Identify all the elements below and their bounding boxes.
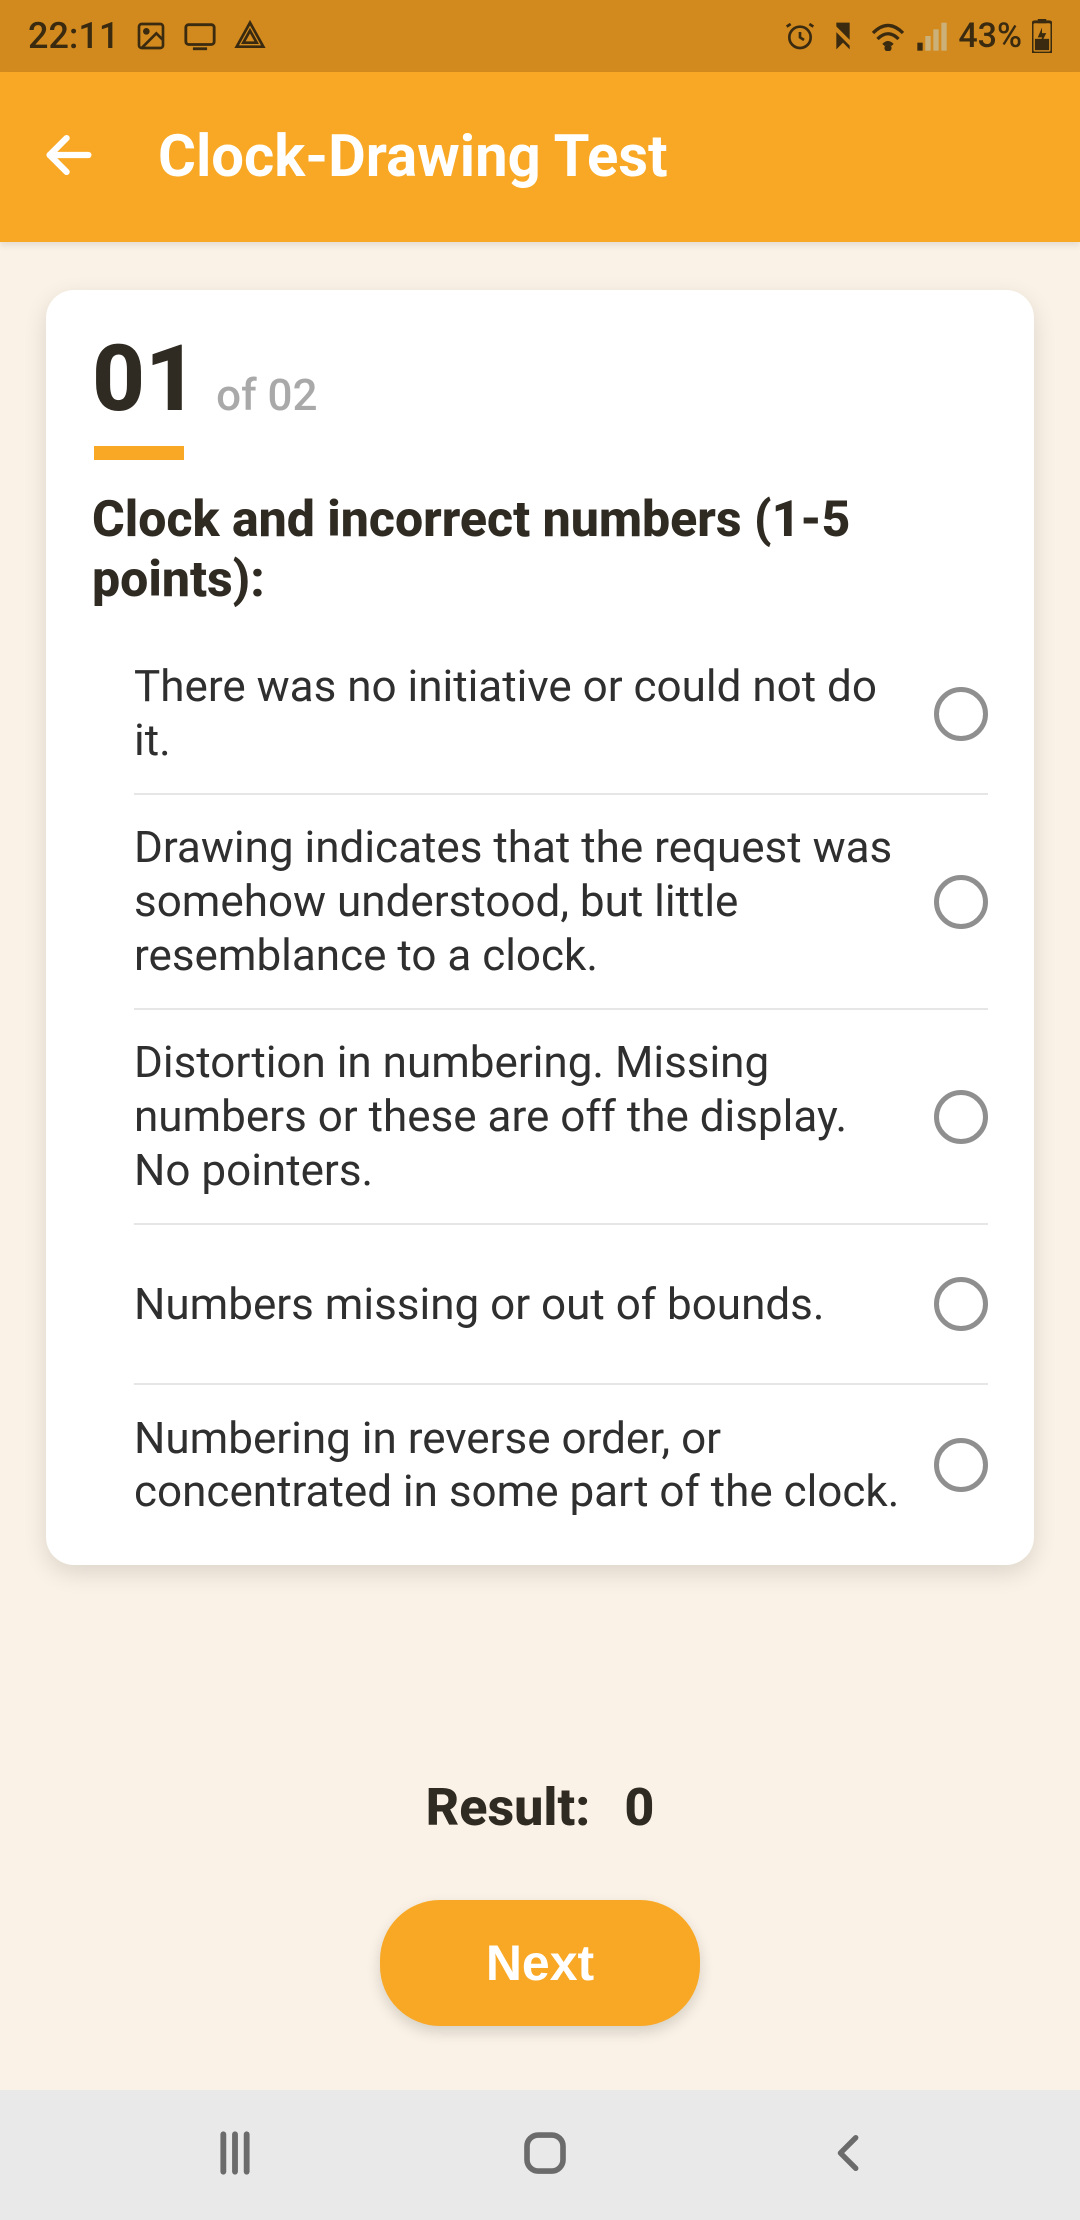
nav-recents-icon[interactable] xyxy=(207,2125,263,2185)
option-row[interactable]: Distortion in numbering. Missing numbers… xyxy=(134,1010,988,1225)
battery-icon xyxy=(1032,19,1052,53)
accent-underline xyxy=(94,446,184,460)
option-row[interactable]: There was no initiative or could not do … xyxy=(134,634,988,795)
nav-back-icon[interactable] xyxy=(827,2130,873,2180)
radio-unchecked-icon[interactable] xyxy=(934,1438,988,1492)
question-number: 01 xyxy=(92,334,198,426)
page-title: Clock-Drawing Test xyxy=(158,123,668,191)
question-counter: 01 of 02 xyxy=(92,334,988,426)
status-time: 22:11 xyxy=(28,15,119,57)
radio-unchecked-icon[interactable] xyxy=(934,687,988,741)
radio-unchecked-icon[interactable] xyxy=(934,1090,988,1144)
question-total: of 02 xyxy=(216,369,317,421)
radio-unchecked-icon[interactable] xyxy=(934,875,988,929)
next-button[interactable]: Next xyxy=(380,1900,700,2026)
drive-icon xyxy=(233,20,267,52)
result-row: Result: 0 xyxy=(46,1737,1034,1838)
result-value: 0 xyxy=(624,1777,654,1838)
signal-icon xyxy=(916,21,948,51)
system-nav-bar xyxy=(0,2090,1080,2220)
cast-icon xyxy=(183,21,217,51)
nav-home-icon[interactable] xyxy=(518,2126,572,2184)
option-row[interactable]: Drawing indicates that the request was s… xyxy=(134,795,988,1010)
status-right: 43% xyxy=(784,16,1052,56)
option-label: Numbers missing or out of bounds. xyxy=(134,1278,904,1332)
alarm-icon xyxy=(784,20,816,52)
vibrate-icon xyxy=(826,20,860,52)
back-button[interactable] xyxy=(40,126,98,188)
option-label: Distortion in numbering. Missing numbers… xyxy=(134,1036,904,1197)
radio-unchecked-icon[interactable] xyxy=(934,1277,988,1331)
option-label: Drawing indicates that the request was s… xyxy=(134,821,904,982)
status-left: 22:11 xyxy=(28,15,267,57)
battery-percent: 43% xyxy=(958,16,1022,56)
app-bar: Clock-Drawing Test xyxy=(0,72,1080,242)
image-icon xyxy=(135,20,167,52)
option-label: Numbering in reverse order, or concentra… xyxy=(134,1412,904,1519)
wifi-icon xyxy=(870,21,906,51)
result-label: Result: xyxy=(426,1777,591,1838)
next-button-wrap: Next xyxy=(46,1900,1034,2026)
question-title: Clock and incorrect numbers (1-5 points)… xyxy=(92,490,988,610)
option-row[interactable]: Numbers missing or out of bounds. xyxy=(134,1225,988,1385)
option-list: There was no initiative or could not do … xyxy=(134,634,988,1545)
status-bar: 22:11 43% xyxy=(0,0,1080,72)
option-row[interactable]: Numbering in reverse order, or concentra… xyxy=(134,1385,988,1545)
question-card: 01 of 02 Clock and incorrect numbers (1-… xyxy=(46,290,1034,1565)
option-label: There was no initiative or could not do … xyxy=(134,660,904,767)
content-area: 01 of 02 Clock and incorrect numbers (1-… xyxy=(0,242,1080,2090)
